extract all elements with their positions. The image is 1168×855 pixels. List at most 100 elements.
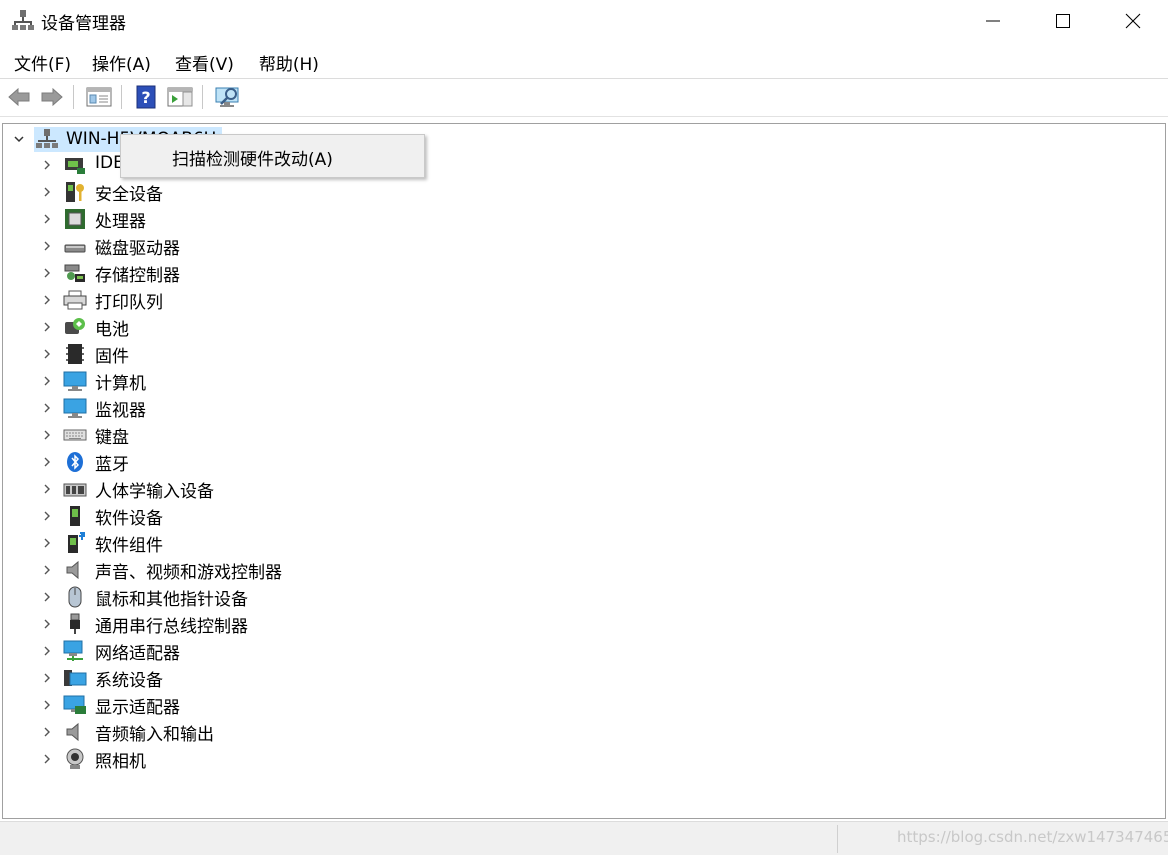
tree-item-disk-drives[interactable]: 磁盘驱动器 (3, 233, 1165, 260)
tree-item-cameras[interactable]: 照相机 (3, 746, 1165, 773)
tree-item-label: 电池 (95, 320, 129, 340)
chevron-right-icon[interactable] (41, 294, 53, 306)
chevron-right-icon[interactable] (41, 240, 53, 252)
scan-hardware-button[interactable] (213, 83, 241, 111)
menu-view[interactable]: 查看(V) (163, 46, 246, 76)
ide-controller-icon (65, 158, 85, 174)
tree-item-label: 网络适配器 (95, 644, 180, 664)
chevron-right-icon[interactable] (41, 753, 53, 765)
toolbar-divider (0, 116, 1168, 117)
tree-item-system-devices[interactable]: 系统设备 (3, 665, 1165, 692)
toolbar-separator (202, 85, 203, 109)
tree-item-label: 安全设备 (95, 185, 163, 205)
tree-item-bluetooth[interactable]: 蓝牙 (3, 449, 1165, 476)
chevron-right-icon[interactable] (41, 213, 53, 225)
tree-item-firmware[interactable]: 固件 (3, 341, 1165, 368)
chevron-right-icon[interactable] (41, 699, 53, 711)
chevron-right-icon[interactable] (41, 537, 53, 549)
tree-item-audio-io[interactable]: 音频输入和输出 (3, 719, 1165, 746)
toolbar-separator (121, 85, 122, 109)
toolbar-separator (73, 85, 74, 109)
chevron-right-icon[interactable] (41, 267, 53, 279)
window-title: 设备管理器 (41, 14, 126, 34)
tree-item-label: 照相机 (95, 752, 146, 772)
tree-item-usb[interactable]: 通用串行总线控制器 (3, 611, 1165, 638)
hid-icon (63, 483, 87, 497)
context-menu: 扫描检测硬件改动(A) (120, 134, 425, 178)
tree-item-security[interactable]: 安全设备 (3, 179, 1165, 206)
processor-icon (65, 209, 85, 229)
chevron-right-icon[interactable] (41, 564, 53, 576)
tree-item-software-devices[interactable]: 软件设备 (3, 503, 1165, 530)
tree-item-print-queues[interactable]: 打印队列 (3, 287, 1165, 314)
chevron-right-icon[interactable] (41, 375, 53, 387)
tree-item-label: 处理器 (95, 212, 146, 232)
chevron-right-icon[interactable] (41, 321, 53, 333)
storage-controller-icon (64, 264, 85, 282)
device-tree-panel[interactable]: WIN-H5VMOAB6U IDE 安全设备 处理器 (2, 123, 1166, 819)
chevron-right-icon[interactable] (41, 645, 53, 657)
tree-item-label: 显示适配器 (95, 698, 180, 718)
tree-item-network-adapters[interactable]: 网络适配器 (3, 638, 1165, 665)
tree-item-label: 软件组件 (95, 536, 163, 556)
chevron-right-icon[interactable] (41, 672, 53, 684)
menu-file[interactable]: 文件(F) (0, 46, 83, 76)
forward-arrow-icon (41, 87, 63, 107)
tree-item-software-components[interactable]: 软件组件 (3, 530, 1165, 557)
forward-button[interactable] (38, 83, 66, 111)
svg-text:?: ? (141, 88, 150, 107)
chevron-right-icon[interactable] (41, 483, 53, 495)
tree-item-processor[interactable]: 处理器 (3, 206, 1165, 233)
tree-item-sound-video-game[interactable]: 声音、视频和游戏控制器 (3, 557, 1165, 584)
maximize-button[interactable] (1028, 0, 1098, 42)
chevron-right-icon[interactable] (41, 726, 53, 738)
tree-item-monitors[interactable]: 监视器 (3, 395, 1165, 422)
tree-item-label: 键盘 (95, 428, 129, 448)
computer-icon (63, 371, 87, 391)
chevron-right-icon[interactable] (41, 348, 53, 360)
tree-item-label: 声音、视频和游戏控制器 (95, 563, 282, 583)
chevron-right-icon[interactable] (41, 186, 53, 198)
tree-item-storage-controllers[interactable]: 存储控制器 (3, 260, 1165, 287)
tree-item-label: 打印队列 (95, 293, 163, 313)
minimize-button[interactable] (958, 0, 1028, 42)
tree-item-mice[interactable]: 鼠标和其他指针设备 (3, 584, 1165, 611)
chevron-right-icon[interactable] (41, 591, 53, 603)
tree-item-keyboards[interactable]: 键盘 (3, 422, 1165, 449)
mouse-icon (68, 586, 82, 608)
help-button[interactable]: ? (132, 83, 160, 111)
battery-icon (65, 318, 85, 334)
tree-item-label: 磁盘驱动器 (95, 239, 180, 259)
back-button[interactable] (5, 83, 33, 111)
audio-io-icon (66, 722, 79, 742)
chevron-right-icon[interactable] (41, 618, 53, 630)
chevron-right-icon[interactable] (41, 159, 53, 171)
disk-drive-icon (64, 244, 86, 253)
context-menu-scan-hardware[interactable]: 扫描检测硬件改动(A) (172, 145, 333, 170)
camera-icon (66, 748, 84, 769)
chevron-right-icon[interactable] (41, 510, 53, 522)
network-adapter-icon (63, 640, 83, 661)
tree-item-label: 人体学输入设备 (95, 482, 214, 502)
tree-item-battery[interactable]: 电池 (3, 314, 1165, 341)
close-button[interactable] (1098, 0, 1168, 42)
menu-help[interactable]: 帮助(H) (246, 46, 331, 76)
chevron-down-icon[interactable] (12, 132, 26, 146)
properties-view-button[interactable] (85, 83, 113, 111)
tree-item-computer[interactable]: 计算机 (3, 368, 1165, 395)
minimize-icon (986, 20, 1000, 22)
status-bar: https://blog.csdn.net/zxw1473474655 (0, 821, 1168, 855)
tree-item-label: 通用串行总线控制器 (95, 617, 248, 637)
help-icon: ? (136, 85, 156, 109)
status-text: https://blog.csdn.net/zxw1473474655 (897, 828, 1168, 846)
chevron-right-icon[interactable] (41, 456, 53, 468)
system-device-icon (64, 670, 87, 686)
action-pane-button[interactable] (166, 83, 194, 111)
tree-item-hid[interactable]: 人体学输入设备 (3, 476, 1165, 503)
tree-item-display-adapters[interactable]: 显示适配器 (3, 692, 1165, 719)
monitor-icon (63, 398, 87, 418)
menu-action[interactable]: 操作(A) (83, 46, 163, 76)
chevron-right-icon[interactable] (41, 402, 53, 414)
chevron-right-icon[interactable] (41, 429, 53, 441)
tree-item-label: 监视器 (95, 401, 146, 421)
